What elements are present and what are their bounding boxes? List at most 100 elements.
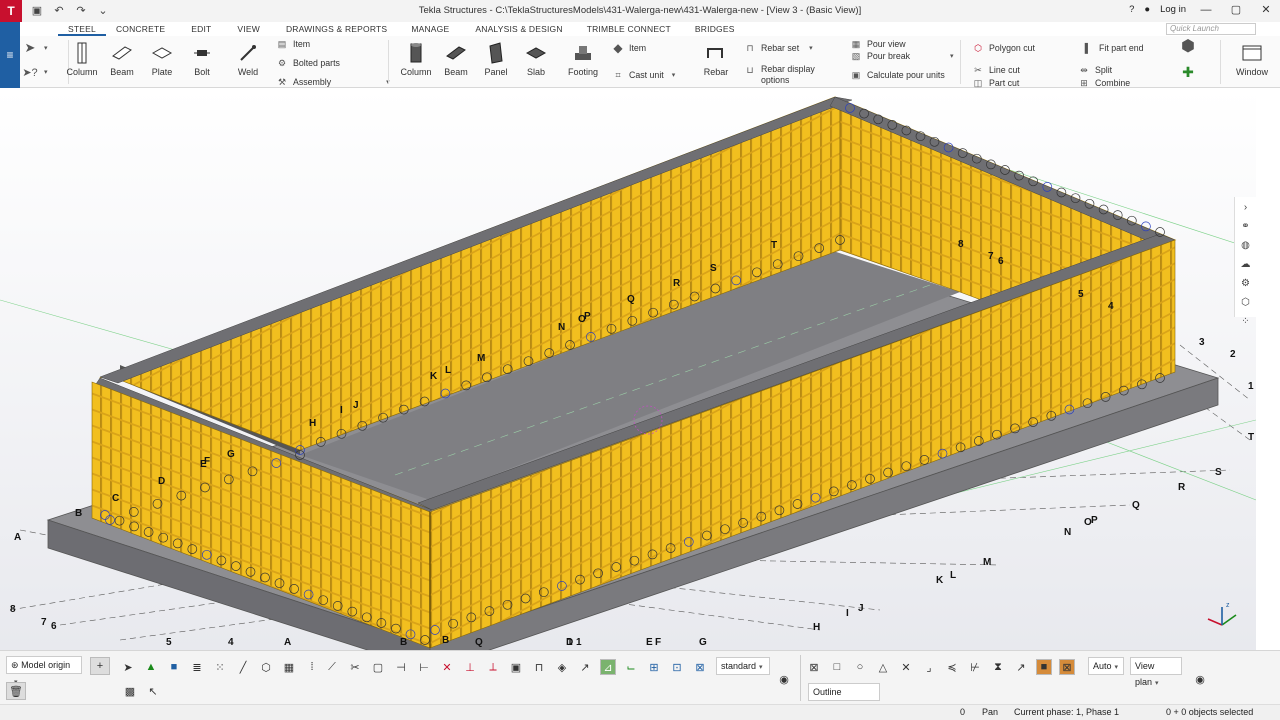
select-grid2-icon[interactable]: ⁞ (304, 659, 320, 675)
outline-planes-select[interactable]: Outline planes▾ (808, 683, 880, 713)
assembly-button[interactable]: ⚒Assembly▾ (276, 76, 390, 88)
auto-select[interactable]: Auto ▾ (1088, 657, 1124, 675)
snap-grid-icon[interactable]: ⊞ (646, 659, 662, 675)
delete-button[interactable]: 🗑 (6, 682, 26, 700)
shape-corner-icon[interactable]: ⌟ (921, 659, 937, 675)
tab-view[interactable]: VIEW (227, 22, 270, 36)
line-cut-button[interactable]: ✂ Line cut (972, 64, 1020, 76)
fit-part-end-button[interactable]: ▌ Fit part end (1082, 42, 1144, 54)
steel-item-button[interactable]: ▤ Item (276, 38, 310, 50)
split-button[interactable]: ⇹ Split (1078, 64, 1112, 76)
quick-launch-input[interactable]: Quick Launch (1166, 23, 1256, 35)
snap-plane-icon[interactable]: ⊿ (600, 659, 616, 675)
window-button[interactable]: Window (1232, 42, 1272, 77)
arrow-right-icon[interactable]: › (1239, 201, 1253, 215)
user-icon[interactable]: ● (1144, 4, 1150, 15)
snap-cut-icon[interactable]: ✂ (347, 659, 363, 675)
rebar-button[interactable]: Rebar (700, 42, 732, 77)
pour-view-button[interactable]: ▦ Pour view (850, 38, 906, 50)
shape-cross-icon[interactable]: ✕ (898, 659, 914, 675)
tab-drawings-reports[interactable]: DRAWINGS & REPORTS (276, 22, 397, 36)
link-icon[interactable]: ⚭ (1239, 220, 1253, 234)
eye-icon[interactable]: ◉ (776, 671, 792, 687)
part-cut-button[interactable]: ◫ Part cut (972, 77, 1020, 89)
concrete-item-button[interactable]: ◆ Item (612, 41, 646, 55)
model-3d-scene[interactable]: ABCDEFGHI JKLMNOPQRSTA B B Q D E F GHI JK LMNO PQRS… (0, 89, 1256, 650)
snap-line-icon[interactable]: ⟂ (485, 659, 501, 675)
model-origin-select[interactable]: ⊛ Model origin ▾ (6, 656, 82, 686)
tab-trimble-connect[interactable]: TRIMBLE CONNECT (577, 22, 681, 36)
side-menu-button[interactable]: ≡ (0, 22, 20, 88)
globe-icon[interactable]: ◍ (1239, 239, 1253, 253)
shape-circle-icon[interactable]: ○ (852, 659, 868, 675)
combine-button[interactable]: ⊞ Combine (1078, 77, 1130, 89)
shape-box-icon[interactable]: ⊠ (806, 659, 822, 675)
view-plan-select[interactable]: View plan ▾ (1130, 657, 1182, 687)
calculate-pour-units-button[interactable]: ▣ Calculate pour units (850, 69, 945, 81)
tab-analysis-design[interactable]: ANALYSIS & DESIGN (465, 22, 572, 36)
status-phase[interactable]: Current phase: 1, Phase 1 (1014, 707, 1119, 717)
shape-fill-icon[interactable]: ■ (1036, 659, 1052, 675)
tab-manage[interactable]: MANAGE (401, 22, 459, 36)
rebar-set-button[interactable]: ⊓ Rebar set ▾ (744, 42, 812, 54)
snap-dim-icon[interactable]: ⊡ (669, 659, 685, 675)
steel-plate-button[interactable]: Plate (146, 42, 178, 77)
shape-triangle-icon[interactable]: △ (875, 659, 891, 675)
eye-icon[interactable]: ◉ (1192, 671, 1208, 687)
shape-hourglass-icon[interactable]: ⧗ (990, 659, 1006, 675)
undo-icon[interactable]: ↶ (52, 4, 66, 18)
snap-center-icon[interactable]: ⊢ (416, 659, 432, 675)
snap-nearest-icon[interactable]: ⊓ (531, 659, 547, 675)
minimize-button[interactable]: — (1196, 4, 1216, 16)
select-square-icon[interactable]: ■ (166, 659, 182, 675)
footing-button[interactable]: Footing (565, 42, 601, 77)
model-viewport[interactable]: ABCDEFGHIJKLMNOPQRSTABBQDEFGHIJKLMNOPQRS… (0, 89, 1256, 650)
close-button[interactable]: ✕ (1256, 3, 1276, 16)
app-logo[interactable]: T (0, 0, 22, 22)
shape-angle-icon[interactable]: ≼ (944, 659, 960, 675)
shape-square-icon[interactable]: □ (829, 659, 845, 675)
snap-extension-icon[interactable]: ▣ (508, 659, 524, 675)
snap-end-icon[interactable]: ⟋ (324, 659, 340, 675)
select-pointer-icon[interactable]: ➤ (120, 659, 136, 675)
tab-steel[interactable]: STEEL (58, 22, 106, 36)
redo-icon[interactable]: ↷ (74, 4, 88, 18)
components-icon[interactable]: ⁘ (1239, 315, 1253, 329)
tab-concrete[interactable]: CONCRETE (106, 22, 175, 36)
select-points-icon[interactable]: ⁙ (212, 659, 228, 675)
select-grid-icon[interactable]: ≣ (189, 659, 205, 675)
snap-ref-icon[interactable]: ⊠ (692, 659, 708, 675)
snap-box-icon[interactable]: ▢ (370, 659, 386, 675)
cube-button[interactable]: ⬢ (1181, 38, 1199, 55)
maximize-button[interactable]: ▢ (1226, 3, 1246, 16)
checker-icon[interactable]: ▩ (122, 683, 138, 699)
shape-fill2-icon[interactable]: ⊠ (1059, 659, 1075, 675)
rebar-display-options-button[interactable]: ⊔ Rebar display options (744, 64, 814, 86)
bolt-button[interactable]: Bolt (186, 42, 218, 77)
concrete-beam-button[interactable]: Beam (440, 42, 472, 77)
package-icon[interactable]: ⬡ (1239, 296, 1253, 310)
dropdown-icon[interactable]: ⌄ (96, 4, 110, 18)
add-plane-button[interactable]: + (90, 657, 110, 675)
add-green-button[interactable]: ✚ (1182, 64, 1199, 80)
snap-any-icon[interactable]: ◈ (554, 659, 570, 675)
snap-mid-icon[interactable]: ⊣ (393, 659, 409, 675)
shape-tilt-icon[interactable]: ⊬ (967, 659, 983, 675)
save-icon[interactable]: ▣ (30, 4, 44, 18)
panel-button[interactable]: Panel (480, 42, 512, 77)
snap-intersect-icon[interactable]: ✕ (439, 659, 455, 675)
snap-perp-icon[interactable]: ⊥ (462, 659, 478, 675)
tab-bridges[interactable]: BRIDGES (685, 22, 745, 36)
bolted-parts-button[interactable]: ⚙ Bolted parts (276, 57, 340, 69)
cloud-icon[interactable]: ☁ (1239, 258, 1253, 272)
concrete-column-button[interactable]: Column (400, 42, 432, 77)
steel-column-button[interactable]: Column (66, 42, 98, 77)
shape-arrow-icon[interactable]: ↗ (1013, 659, 1029, 675)
gear-icon[interactable]: ⚙ (1239, 277, 1253, 291)
help-icon[interactable]: ? (1129, 4, 1134, 15)
select-filter-tool[interactable]: ➤? ▾ (22, 66, 47, 79)
slab-button[interactable]: Slab (520, 42, 552, 77)
cast-unit-button[interactable]: ⌗ Cast unit ▾ (612, 69, 675, 81)
select-dots-icon[interactable]: ▦ (281, 659, 297, 675)
steel-beam-button[interactable]: Beam (106, 42, 138, 77)
